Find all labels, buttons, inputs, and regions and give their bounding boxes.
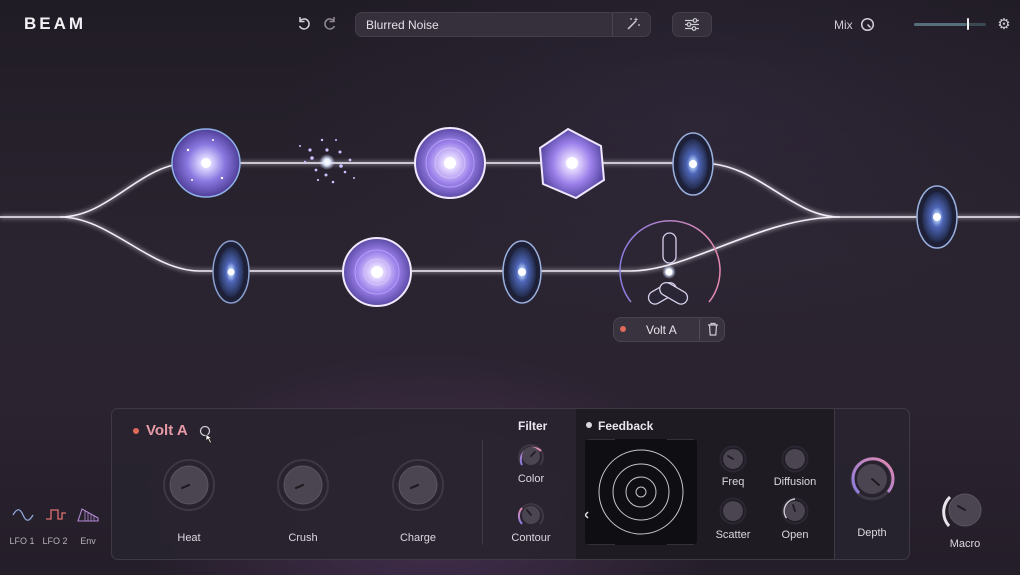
tag-divider xyxy=(699,319,700,340)
module-settings-icon[interactable] xyxy=(198,424,216,449)
knob-charge[interactable] xyxy=(391,458,445,517)
knob-scatter[interactable] xyxy=(719,497,747,530)
sine-wave-icon[interactable] xyxy=(12,507,34,528)
knob-contour[interactable] xyxy=(516,500,546,535)
selected-node-label: Volt A xyxy=(646,323,677,337)
feedback-visualizer[interactable] xyxy=(585,439,697,545)
knob-freq[interactable] xyxy=(719,445,747,478)
feedback-title: Feedback xyxy=(598,419,654,433)
module-title: Volt A xyxy=(146,422,188,439)
module-status-dot xyxy=(133,428,139,434)
filter-title: Filter xyxy=(518,419,548,433)
modulator-label[interactable]: LFO 1 xyxy=(7,536,37,546)
square-wave-icon[interactable] xyxy=(45,507,67,528)
node-crystal-hex[interactable] xyxy=(538,127,606,200)
node-orb-sphere[interactable] xyxy=(171,128,241,198)
feedback-status-dot xyxy=(586,422,592,428)
knob-label: Diffusion xyxy=(773,476,817,488)
node-volt-tri[interactable] xyxy=(619,220,721,307)
node-glass-sphere[interactable] xyxy=(342,237,412,307)
knob-label: Open xyxy=(781,529,809,541)
knob-label: Contour xyxy=(511,532,551,544)
node-output-lens[interactable] xyxy=(916,185,958,249)
knob-label: Heat xyxy=(177,532,201,544)
node-lens-disc[interactable] xyxy=(212,240,250,304)
node-particle-cloud[interactable] xyxy=(299,138,355,184)
knob-label: Crush xyxy=(288,532,318,544)
node-lens-disc[interactable] xyxy=(502,240,542,304)
trash-icon[interactable] xyxy=(706,321,720,337)
knob-label: Color xyxy=(517,473,545,485)
knob-crush[interactable] xyxy=(276,458,330,517)
node-status-dot xyxy=(620,326,626,332)
node-glass-sphere[interactable] xyxy=(414,127,486,199)
knob-heat[interactable] xyxy=(162,458,216,517)
knob-depth[interactable] xyxy=(849,456,895,507)
node-lens-disc[interactable] xyxy=(672,132,714,196)
knob-macro[interactable] xyxy=(941,488,987,539)
knob-diffusion[interactable] xyxy=(781,445,809,478)
modulator-label[interactable]: Env xyxy=(73,536,103,546)
macro-label: Macro xyxy=(949,538,981,550)
knob-open[interactable] xyxy=(781,497,809,530)
section-divider xyxy=(482,440,483,545)
modulator-label[interactable]: LFO 2 xyxy=(40,536,70,546)
knob-label: Charge xyxy=(399,532,437,544)
knob-color[interactable] xyxy=(516,441,546,476)
knob-label: Depth xyxy=(857,527,887,539)
envelope-icon[interactable] xyxy=(77,507,99,528)
